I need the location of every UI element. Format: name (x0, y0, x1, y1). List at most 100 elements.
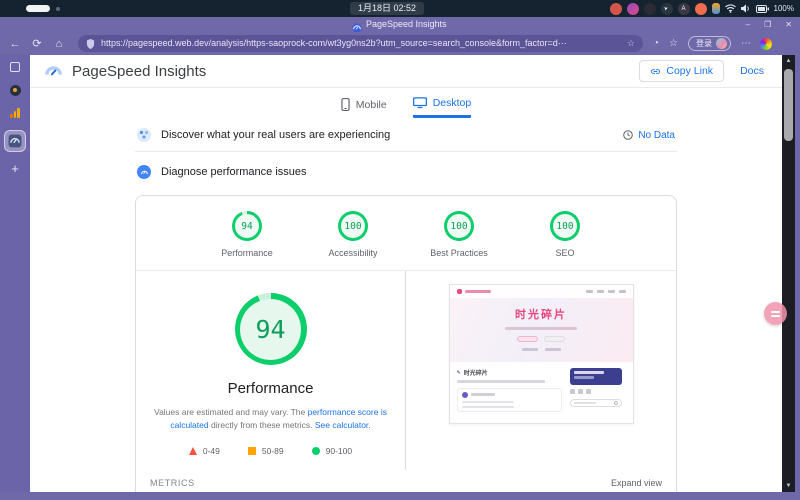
page-screenshot-thumbnail: 时光碎片 ✎时光碎片 (449, 284, 634, 424)
report-card: 94 Performance 100 Accessibility 100 Bes… (135, 195, 677, 492)
copy-link-label: Copy Link (666, 65, 713, 77)
home-button[interactable]: ⌂ (48, 38, 70, 50)
reload-button[interactable]: ⟳ (26, 37, 48, 50)
legend-pass-range: 90-100 (326, 446, 352, 456)
score-best-practices[interactable]: 100 Best Practices (423, 211, 495, 258)
no-data-label: No Data (638, 130, 675, 141)
score-accessibility[interactable]: 100 Accessibility (317, 211, 389, 258)
link-icon (650, 66, 661, 77)
tray-app-icon-6[interactable] (695, 3, 707, 15)
shot-section-heading: ✎时光碎片 (457, 368, 562, 377)
minimize-button[interactable]: – (746, 20, 750, 29)
device-tabs: Mobile Desktop (135, 88, 677, 118)
bookmark-star-icon[interactable]: ☆ (627, 38, 635, 49)
legend-average: 50-89 (248, 446, 284, 456)
system-dot-icon (56, 7, 60, 11)
scrollbar-thumb[interactable] (784, 69, 793, 141)
browser-toolbar: ← ⟳ ⌂ https://pagespeed.web.dev/analysis… (0, 32, 800, 55)
sidebar-analytics-icon[interactable] (9, 107, 21, 119)
disclaimer-text-2: directly from these metrics. (209, 420, 315, 430)
sidebar-windows-icon[interactable] (9, 61, 21, 73)
performance-gauge-title: Performance (146, 380, 395, 397)
sidebar-add-button[interactable]: + (9, 163, 21, 175)
shot-post-card (457, 388, 562, 412)
score-performance[interactable]: 94 Performance (211, 211, 283, 258)
tab-mobile[interactable]: Mobile (341, 97, 387, 118)
shot-feed-column: ✎时光碎片 (457, 368, 562, 412)
diagnose-section-header: Diagnose performance issues (135, 152, 677, 188)
shot-hero-buttons (517, 336, 565, 342)
system-bar: 1月18日 02:52 ➤ A 100% (0, 0, 800, 17)
scroll-up-arrow[interactable]: ▲ (782, 55, 795, 67)
battery-percent: 100% (774, 4, 794, 13)
system-clock[interactable]: 1月18日 02:52 (350, 2, 424, 15)
restore-button[interactable]: ❐ (764, 20, 771, 29)
shot-purple-card (570, 368, 622, 385)
performance-gauge[interactable]: 94 (235, 293, 307, 365)
system-menu-pill[interactable] (26, 5, 50, 12)
docs-link[interactable]: Docs (740, 65, 764, 77)
score-performance-value: 94 (235, 214, 259, 238)
screenshot-panel: 时光碎片 ✎时光碎片 (406, 271, 676, 470)
score-performance-label: Performance (221, 248, 273, 258)
score-legend: 0-49 50-89 90-100 (146, 446, 395, 456)
red-triangle-icon (189, 447, 197, 455)
tray-app-icon-2[interactable] (627, 3, 639, 15)
page-scrollbar[interactable]: ▲ ▼ (782, 55, 795, 492)
telegram-icon[interactable]: ➤ (661, 3, 673, 15)
copy-link-button[interactable]: Copy Link (639, 60, 724, 82)
browser-menu-logo-icon[interactable] (760, 38, 772, 50)
score-disclaimer: Values are estimated and may vary. The p… (147, 406, 395, 432)
input-method-icon[interactable] (712, 3, 720, 14)
legend-fail: 0-49 (189, 446, 220, 456)
shot-hero-links (522, 348, 561, 351)
extension-icon[interactable]: ◔ (653, 38, 659, 49)
back-button[interactable]: ← (4, 38, 26, 50)
sidebar-app-icon[interactable] (9, 84, 21, 96)
shot-sidebar-column (570, 368, 626, 412)
shot-brand-text-bar (465, 290, 491, 293)
score-best-practices-label: Best Practices (430, 248, 488, 258)
scroll-down-arrow[interactable]: ▼ (782, 480, 795, 492)
see-calculator-link[interactable]: See calculator. (315, 420, 371, 430)
shot-header (450, 285, 633, 298)
address-bar[interactable]: https://pagespeed.web.dev/analysis/https… (78, 35, 643, 52)
tab-desktop[interactable]: Desktop (413, 97, 472, 118)
no-data-link[interactable]: No Data (623, 130, 675, 141)
score-best-practices-value: 100 (447, 214, 471, 238)
letter-a-glyph: A (682, 6, 686, 12)
metrics-header: METRICS Expand view (136, 470, 676, 492)
tray-app-icon-3[interactable] (644, 3, 656, 15)
floating-widget-badge[interactable] (764, 302, 787, 325)
sidebar-pagespeed-active-tab[interactable] (4, 130, 26, 152)
tray-app-a-icon[interactable]: A (678, 3, 690, 15)
pagespeed-logo-icon (44, 62, 63, 81)
system-tray: ➤ A 100% (610, 2, 794, 15)
overflow-menu-button[interactable]: ⋯ (741, 38, 751, 49)
performance-gauge-panel: 94 Performance Values are estimated and … (136, 271, 406, 470)
screen: 1月18日 02:52 ➤ A 100% PageSpeed Insights … (0, 0, 800, 500)
expand-view-button[interactable]: Expand view (611, 478, 662, 488)
shot-post-avatar (462, 392, 468, 398)
performance-gauge-value: 94 (240, 299, 301, 360)
pagespeed-icon (8, 134, 22, 148)
collections-star-icon[interactable]: ☆ (669, 38, 678, 49)
shot-search-bar (570, 399, 622, 407)
wifi-icon[interactable] (725, 4, 736, 13)
legend-average-range: 50-89 (262, 446, 284, 456)
login-button[interactable]: 登录 (688, 36, 731, 51)
tray-app-icon-1[interactable] (610, 3, 622, 15)
score-accessibility-label: Accessibility (328, 248, 377, 258)
shot-section-subtitle-bar (457, 380, 545, 383)
score-seo[interactable]: 100 SEO (529, 211, 601, 258)
shot-site-title: 时光碎片 (515, 306, 567, 322)
tab-title[interactable]: PageSpeed Insights (366, 19, 447, 29)
score-accessibility-value: 100 (341, 214, 365, 238)
desktop-icon (413, 97, 427, 109)
login-label: 登录 (696, 38, 712, 49)
close-button[interactable]: ✕ (785, 20, 792, 29)
site-security-icon[interactable] (86, 39, 95, 49)
volume-icon[interactable] (741, 4, 751, 13)
category-scores: 94 Performance 100 Accessibility 100 Bes… (136, 196, 676, 270)
url-text[interactable]: https://pagespeed.web.dev/analysis/https… (101, 38, 621, 49)
